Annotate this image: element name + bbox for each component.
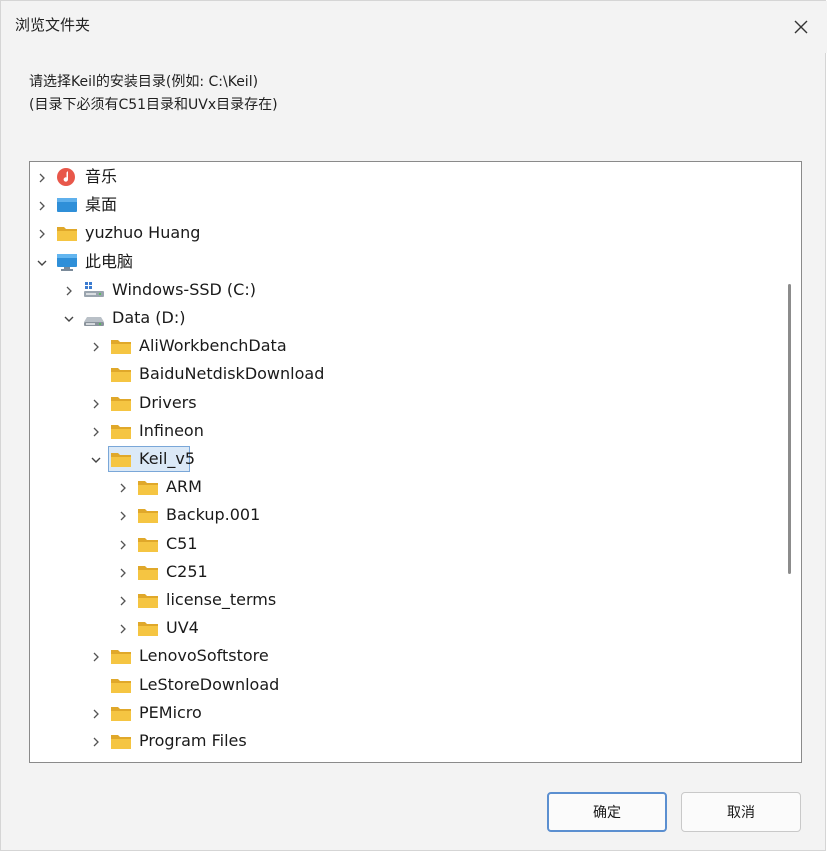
folder-icon (137, 505, 159, 525)
title-bar: 浏览文件夹 (1, 1, 827, 53)
tree-item[interactable]: Windows-SSD (C:) (30, 276, 778, 304)
tree-item-label: Drivers (139, 392, 197, 412)
folder-icon (110, 675, 132, 695)
tree-item-label: 桌面 (85, 195, 118, 215)
tree-item[interactable]: UV4 (30, 614, 778, 642)
folder-icon (137, 477, 159, 497)
tree-item-label: UV4 (166, 618, 199, 638)
computer-icon (56, 252, 78, 272)
chevron-right-icon[interactable] (89, 424, 103, 438)
tree-item[interactable]: Drivers (30, 389, 778, 417)
chevron-right-icon[interactable] (116, 480, 130, 494)
tree-item[interactable]: 音乐 (30, 163, 778, 191)
tree-item-label: AliWorkbenchData (139, 336, 287, 356)
chevron-right-icon[interactable] (35, 226, 49, 240)
folder-icon (137, 590, 159, 610)
folder-icon (110, 449, 132, 469)
chevron-right-icon[interactable] (116, 508, 130, 522)
ok-button[interactable]: 确定 (547, 792, 667, 832)
tree-item-label: BaiduNetdiskDownload (139, 364, 325, 384)
folder-icon (137, 562, 159, 582)
instruction-line-2: (目录下必须有C51目录和UVx目录存在) (29, 97, 278, 113)
tree-item-label: license_terms (166, 590, 277, 609)
folder-icon (137, 618, 159, 638)
chevron-right-icon[interactable] (116, 537, 130, 551)
chevron-right-icon[interactable] (89, 734, 103, 748)
tree-item[interactable]: ARM (30, 473, 778, 501)
chevron-right-icon[interactable] (116, 565, 130, 579)
cancel-button[interactable]: 取消 (681, 792, 801, 832)
folder-icon (110, 421, 132, 441)
chevron-right-icon[interactable] (89, 706, 103, 720)
tree-item[interactable]: Keil_v5 (30, 445, 778, 473)
tree-item-label: yuzhuo Huang (85, 223, 201, 243)
tree-item-label: C251 (166, 561, 208, 581)
tree-item-label: LeStoreDownload (139, 674, 280, 694)
tree-item-label: Backup.001 (166, 505, 261, 525)
tree-item[interactable]: C251 (30, 558, 778, 586)
chevron-down-icon[interactable] (62, 311, 76, 325)
instruction-line-1: 请选择Keil的安装目录(例如: C:\Keil) (29, 74, 259, 90)
chevron-right-icon[interactable] (35, 170, 49, 184)
music-icon (56, 167, 78, 187)
chevron-right-icon[interactable] (116, 621, 130, 635)
tree-item-label: Windows-SSD (C:) (112, 279, 256, 299)
folder-icon (137, 534, 159, 554)
user-folder-icon (56, 223, 78, 243)
chevron-right-icon[interactable] (116, 593, 130, 607)
chevron-right-icon[interactable] (89, 649, 103, 663)
tree-item[interactable]: Program Files (30, 727, 778, 755)
tree-item[interactable]: Backup.001 (30, 501, 778, 529)
chevron-right-icon[interactable] (35, 198, 49, 212)
tree-item-label: LenovoSoftstore (139, 646, 269, 666)
instructions: 请选择Keil的安装目录(例如: C:\Keil) (目录下必须有C51目录和U… (29, 71, 278, 117)
folder-icon (110, 336, 132, 356)
chevron-right-icon[interactable] (89, 339, 103, 353)
browse-folder-dialog: 浏览文件夹 请选择Keil的安装目录(例如: C:\Keil) (目录下必须有C… (0, 0, 827, 851)
folder-icon (110, 703, 132, 723)
close-button[interactable] (781, 7, 821, 47)
folder-icon (110, 364, 132, 384)
tree-item-label: 此电脑 (85, 251, 134, 271)
tree-item[interactable]: 桌面 (30, 191, 778, 219)
tree-item[interactable]: license_terms (30, 586, 778, 614)
tree-item[interactable]: Infineon (30, 417, 778, 445)
desktop-icon (56, 195, 78, 215)
tree-item-label: Keil_v5 (139, 449, 196, 468)
tree-item-partial (30, 754, 778, 762)
tree-item[interactable]: PEMicro (30, 699, 778, 727)
tree-item-label: Infineon (139, 420, 204, 440)
chevron-right-icon (89, 754, 103, 762)
chevron-down-icon[interactable] (89, 452, 103, 466)
folder-icon (110, 646, 132, 666)
folder-icon (110, 754, 132, 762)
chevron-right-icon[interactable] (89, 396, 103, 410)
close-icon (794, 20, 808, 34)
folder-icon (110, 731, 132, 751)
vertical-scrollbar[interactable] (779, 162, 801, 762)
tree-item[interactable]: Data (D:) (30, 304, 778, 332)
tree-item-label: Data (D:) (112, 308, 186, 327)
scrollbar-thumb[interactable] (788, 284, 791, 574)
tree-item[interactable]: yuzhuo Huang (30, 219, 778, 247)
dialog-title: 浏览文件夹 (15, 16, 91, 34)
folder-tree[interactable]: 音乐桌面 yuzhuo Huang 此电脑 Windows-SSD (C:) Data … (29, 161, 802, 763)
tree-item-label: Program Files (139, 731, 247, 750)
tree-item[interactable]: LenovoSoftstore (30, 642, 778, 670)
tree-item-label: 音乐 (85, 167, 118, 186)
drive-icon (83, 308, 105, 328)
tree-item[interactable]: BaiduNetdiskDownload (30, 360, 778, 388)
tree-item[interactable]: 此电脑 (30, 248, 778, 276)
tree-item-label: C51 (166, 533, 198, 553)
folder-tree-content: 音乐桌面 yuzhuo Huang 此电脑 Windows-SSD (C:) Data … (30, 162, 778, 762)
folder-icon (110, 393, 132, 413)
tree-item[interactable]: LeStoreDownload (30, 671, 778, 699)
chevron-down-icon[interactable] (35, 255, 49, 269)
tree-item-label: PEMicro (139, 702, 202, 722)
system-drive-icon (83, 280, 105, 300)
chevron-right-icon[interactable] (62, 283, 76, 297)
tree-item-label: ARM (166, 477, 202, 497)
tree-item[interactable]: C51 (30, 530, 778, 558)
tree-item[interactable]: AliWorkbenchData (30, 332, 778, 360)
